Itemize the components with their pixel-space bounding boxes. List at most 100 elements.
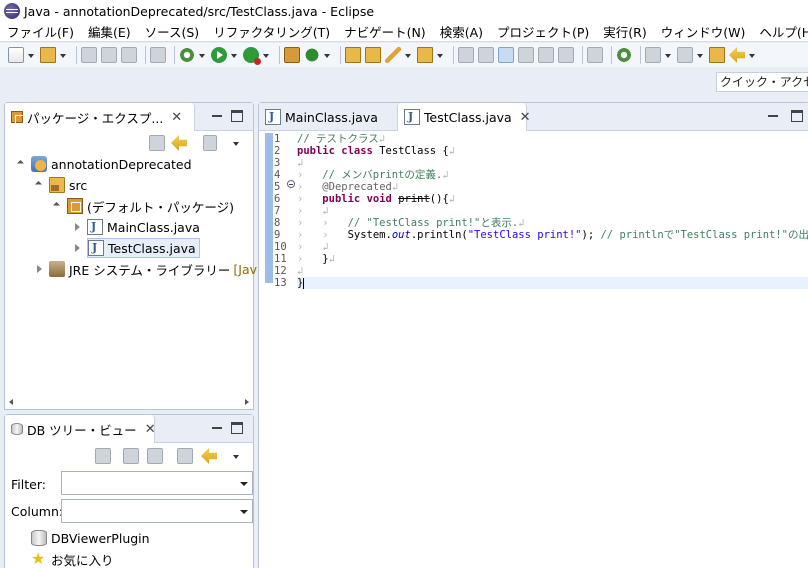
menu-source[interactable]: ソース(S) [138,22,207,41]
code-text[interactable]: // テストクラス↲ public class TestClass {↲ ↲ ›… [297,131,808,568]
back-arrow-icon[interactable] [729,47,745,63]
menu-help[interactable]: ヘルプ(H) [752,22,808,41]
back-dropdown-icon[interactable] [749,47,755,63]
column-combo[interactable] [61,499,253,523]
toolbar-separator [640,46,641,64]
menu-navigate[interactable]: ナビゲート(N) [337,22,433,41]
new-project-dropdown-icon[interactable] [60,47,66,63]
menu-refactor[interactable]: リファクタリング(T) [206,22,337,41]
close-icon[interactable]: ✕ [520,110,531,125]
skip-breakpoints-icon[interactable] [587,47,603,63]
debug-icon[interactable] [179,47,195,63]
link-with-editor-icon[interactable] [171,135,187,151]
external-tools-icon[interactable] [243,47,261,65]
tree-item-default-package[interactable]: (デフォルト・パッケージ) [53,196,234,216]
expand-toggle-icon[interactable] [35,264,45,274]
code-editor[interactable]: 1 2 3 4 5 6 7 8 9 10 11 12 13 // テストクラス↲… [259,131,808,568]
close-icon[interactable]: ✕ [145,422,156,437]
expand-toggle-icon[interactable] [53,201,63,211]
tab-mainclass[interactable]: MainClass.java [259,103,395,131]
debug-dropdown-icon[interactable] [199,47,205,63]
show-whitespace-icon[interactable] [538,47,554,63]
new-project-icon[interactable] [40,47,56,63]
maximize-icon[interactable] [791,110,803,122]
code-line-8: › › // "TestClass print!"と表示.↲ [297,217,525,229]
view-menu-icon[interactable] [233,448,239,464]
code-token: .println( [410,229,468,241]
menu-edit[interactable]: 編集(E) [81,22,138,41]
tab-package-explorer[interactable]: パッケージ・エクスプ... ✕ [5,103,195,131]
filter-combo[interactable] [61,471,253,495]
close-icon[interactable]: ✕ [171,110,182,125]
new-icon[interactable] [8,47,24,63]
next-annotation-icon[interactable] [645,47,661,63]
open-task-icon[interactable] [365,47,381,63]
new-package-icon[interactable] [284,47,300,63]
tree-item-dbviewerplugin[interactable]: DBViewerPlugin [31,528,150,548]
new-dropdown-icon[interactable] [28,47,34,63]
toggle-mark-occurrences-icon[interactable] [458,47,474,63]
collapse-all-icon[interactable] [149,135,165,151]
new-class-icon[interactable] [304,47,320,63]
open-type-icon[interactable] [345,47,361,63]
print-icon[interactable] [121,47,137,63]
menu-project[interactable]: プロジェクト(P) [490,22,596,41]
search-dropdown-icon[interactable] [405,47,411,63]
open-folder-dropdown-icon[interactable] [437,47,443,63]
prev-annotation-dropdown-icon[interactable] [697,47,703,63]
expand-toggle-icon[interactable] [73,222,83,232]
focus-workspace-icon[interactable] [203,135,217,151]
open-folder-icon[interactable] [417,47,433,63]
link-with-editor-icon[interactable] [201,448,217,464]
minimize-icon[interactable] [211,422,223,434]
external-tools-dropdown-icon[interactable] [263,47,269,63]
expand-toggle-icon[interactable] [17,159,27,169]
tree-item-project[interactable]: annotationDeprecated [17,154,192,174]
save-all-icon[interactable] [101,47,117,63]
minimize-icon[interactable] [211,110,223,122]
menu-file[interactable]: ファイル(F) [0,22,81,41]
settings-gear-icon[interactable] [616,47,632,63]
selected-tree-item[interactable]: TestClass.java [87,238,200,258]
code-line-1: // テストクラス↲ [297,133,386,145]
code-line-5: › @Deprecated↲ [297,181,399,193]
menu-window[interactable]: ウィンドウ(W) [654,22,753,41]
pilcrow-icon[interactable] [558,47,574,63]
column-label: Column: [11,504,64,519]
string-token: "TestClass print!" [467,229,582,241]
new-class-dropdown-icon[interactable] [324,47,330,63]
run-dropdown-icon[interactable] [231,47,237,63]
expand-toggle-icon[interactable] [35,180,45,190]
tree-item-mainclass[interactable]: MainClass.java [73,217,200,237]
db-import-icon[interactable] [123,448,139,464]
quick-access-input[interactable]: クイック・アクセス [716,72,808,92]
db-export-icon[interactable] [147,448,163,464]
fold-toggle-icon[interactable] [287,180,295,188]
search-pen-icon[interactable] [385,47,401,63]
minimize-icon[interactable] [767,110,779,122]
tab-db-tree-view[interactable]: DB ツリー・ビュー ✕ [5,415,156,443]
maximize-icon[interactable] [231,422,243,434]
last-edit-icon[interactable] [709,47,725,63]
tree-item-favorites[interactable]: ★ お気に入り [31,549,114,568]
tree-item-testclass[interactable]: TestClass.java [73,238,200,258]
menu-run[interactable]: 実行(R) [596,22,653,41]
run-icon[interactable] [211,47,227,63]
horizontal-scrollbar[interactable] [9,397,249,407]
collapse-all-icon[interactable] [177,448,193,464]
maximize-icon[interactable] [231,110,243,122]
tab-testclass[interactable]: TestClass.java ✕ [397,103,531,131]
db-refresh-icon[interactable] [95,448,111,464]
view-menu-icon[interactable] [233,135,239,151]
prev-annotation-icon[interactable] [677,47,693,63]
tree-item-src[interactable]: src [35,175,87,195]
next-annotation-dropdown-icon[interactable] [665,47,671,63]
toggle-block-selection-icon[interactable] [518,47,534,63]
expand-toggle-icon[interactable] [73,243,83,253]
tree-item-jre[interactable]: JRE システム・ライブラリー [Jav [35,259,257,279]
toggle-breadcrumb-icon[interactable] [478,47,494,63]
save-icon[interactable] [81,47,97,63]
highlight-pen-icon[interactable] [498,47,514,63]
binary-icon[interactable] [150,47,166,63]
menu-search[interactable]: 検索(A) [433,22,490,41]
